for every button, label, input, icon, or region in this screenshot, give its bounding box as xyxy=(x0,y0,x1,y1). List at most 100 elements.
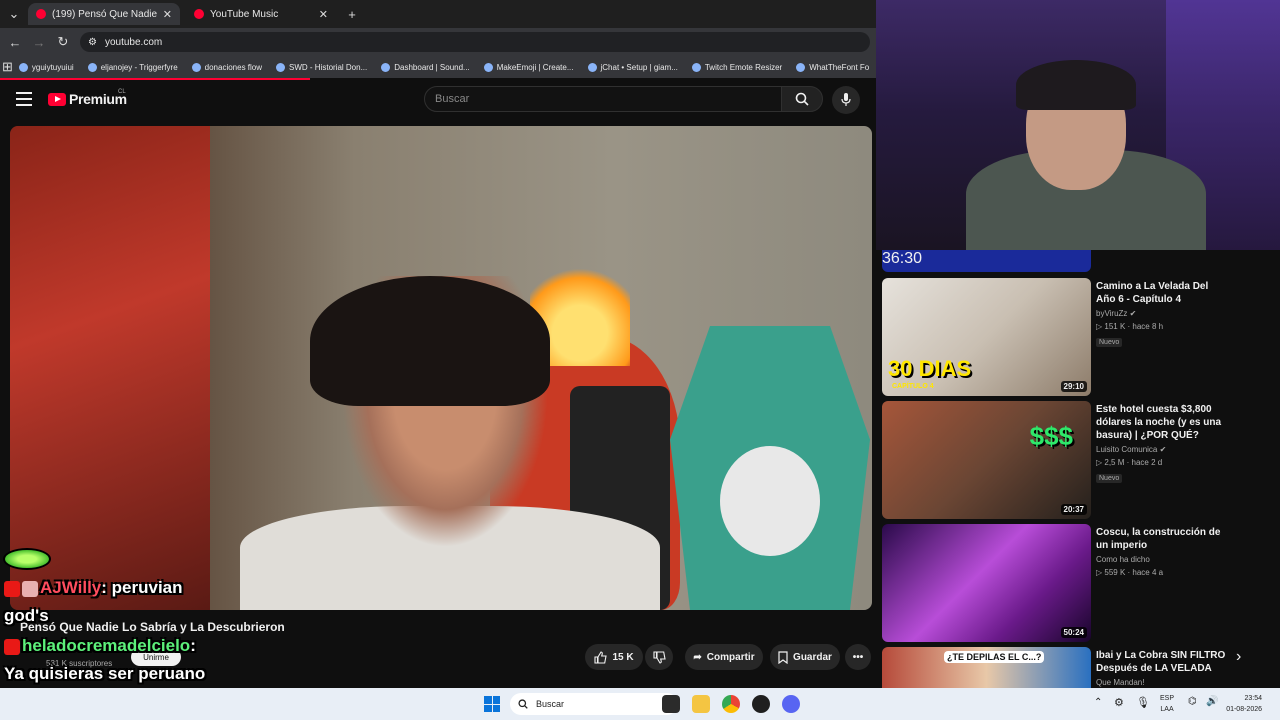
bookmark-item[interactable]: donaciones flow xyxy=(191,62,262,72)
more-actions-button[interactable]: ••• xyxy=(845,644,871,670)
thumbs-up-icon xyxy=(594,650,608,664)
youtube-premium-logo[interactable]: Premium CL xyxy=(48,89,127,107)
chat-badge-icon xyxy=(22,580,38,597)
new-tab-button[interactable]: + xyxy=(340,2,364,26)
bookmark-favicon-icon xyxy=(483,62,493,72)
tray-app-icon[interactable]: ⚙ xyxy=(1114,696,1124,709)
windows-start-icon[interactable] xyxy=(484,696,500,712)
search-icon xyxy=(518,699,528,709)
verified-check-icon: ✔ xyxy=(1129,309,1137,318)
bookmark-favicon-icon xyxy=(276,62,286,72)
browser-tab-strip: ⌄ (199) Pensó Que Nadie Lo Sabría ✕ YouT… xyxy=(0,0,876,28)
tab-title: (199) Pensó Que Nadie Lo Sabría xyxy=(52,8,157,20)
youtube-header: Premium CL Buscar xyxy=(0,80,876,124)
video-title: Pensó Que Nadie Lo Sabría y La Descubrie… xyxy=(20,620,285,634)
view-meta: ▷ 559 K · hace 4 a xyxy=(1096,568,1164,577)
recommendations-sidebar: 36:30 30 DIAS CAPÍTULO 4 29:10 Camino a … xyxy=(876,250,1280,688)
video-duration: 20:37 xyxy=(1060,504,1087,515)
video-thumbnail[interactable]: ¿TE DEPILAS EL C...? xyxy=(882,647,1091,688)
reload-icon[interactable]: ↻ xyxy=(51,30,75,54)
channel-name: Luisito Comunica ✔ xyxy=(1096,445,1167,454)
video-thumbnail[interactable]: 50:24 xyxy=(882,524,1091,642)
chat-emote-icon xyxy=(3,548,51,570)
tab-search-chevron-icon[interactable]: ⌄ xyxy=(2,2,26,26)
wall-poster xyxy=(10,126,210,610)
channel-name: Que Mandan! xyxy=(1096,678,1145,687)
bookmark-item[interactable]: MakeEmoji | Create... xyxy=(483,62,574,72)
video-title: Este hotel cuesta $3,800 dólares la noch… xyxy=(1096,404,1222,441)
hamburger-menu-icon[interactable] xyxy=(16,92,32,106)
tab-youtube-video[interactable]: (199) Pensó Que Nadie Lo Sabría ✕ xyxy=(28,3,180,25)
input-language[interactable]: ESP LAA xyxy=(1160,693,1174,715)
dislike-button[interactable] xyxy=(645,644,673,670)
chat-text: peruvian xyxy=(111,578,183,597)
video-thumbnail[interactable]: $$$ 20:37 xyxy=(882,401,1091,519)
chat-message: AJWilly: peruvian xyxy=(4,578,183,598)
video-title: Ibai y La Cobra SIN FILTRO Después de LA… xyxy=(1096,650,1226,674)
chat-username: heladocremadelcielo xyxy=(22,636,191,655)
video-thumbnail[interactable]: 36:30 xyxy=(882,250,1091,272)
back-arrow-icon[interactable]: ← xyxy=(3,30,27,54)
video-duration: 36:30 xyxy=(882,250,923,267)
url-omnibox[interactable]: ⚙ youtube.com xyxy=(80,32,870,52)
forward-arrow-icon[interactable]: → xyxy=(27,30,51,54)
chrome-icon[interactable] xyxy=(722,695,740,713)
clock-time: 23:54 xyxy=(1244,695,1262,702)
channel-name: Como ha dicho xyxy=(1096,555,1150,564)
video-duration: 50:24 xyxy=(1060,627,1087,638)
country-code: CL xyxy=(118,89,126,95)
video-title: Coscu, la construcción de un imperio xyxy=(1096,527,1221,551)
site-info-icon[interactable]: ⚙ xyxy=(88,37,97,48)
youtube-music-favicon-icon xyxy=(194,9,204,19)
bookmark-item[interactable]: Twitch Emote Resizer xyxy=(691,62,782,72)
view-meta: ▷ 2,5 M · hace 2 d xyxy=(1096,458,1163,467)
bookmark-item[interactable]: SWD - Historial Don... xyxy=(276,62,367,72)
chevron-right-icon[interactable]: › xyxy=(1236,648,1241,666)
discord-icon[interactable] xyxy=(782,695,800,713)
green-alien-figure xyxy=(670,326,870,610)
tab-youtube-music[interactable]: YouTube Music ✕ xyxy=(186,3,336,25)
task-view-icon[interactable] xyxy=(662,695,680,713)
view-meta: ▷ 151 K · hace 8 h xyxy=(1096,322,1164,331)
apps-grid-icon[interactable]: ⊞ xyxy=(2,56,13,78)
tray-chevron-up-icon[interactable]: ⌃ xyxy=(1094,697,1102,708)
url-text: youtube.com xyxy=(104,36,163,48)
network-icon[interactable]: ⌬ xyxy=(1188,696,1197,707)
file-explorer-icon[interactable] xyxy=(692,695,710,713)
taskbar-search-placeholder: Buscar xyxy=(536,699,565,709)
obs-icon[interactable] xyxy=(752,695,770,713)
voice-search-button[interactable] xyxy=(832,86,860,114)
save-button[interactable]: Guardar xyxy=(770,644,840,670)
person-hair xyxy=(310,276,550,406)
search-button[interactable] xyxy=(781,86,823,112)
bookmark-icon xyxy=(778,650,788,664)
bookmark-item[interactable]: WhatTheFont Fo xyxy=(796,62,869,72)
verified-check-icon: ✔ xyxy=(1159,445,1167,454)
recommendation-item[interactable]: ¿TE DEPILAS EL C...? Ibai y La Cobra SIN… xyxy=(882,647,1242,688)
taskbar-search-input[interactable]: Buscar xyxy=(510,693,678,715)
share-button[interactable]: ➦ Compartir xyxy=(685,644,763,670)
chat-badge-icon xyxy=(4,580,20,597)
video-player[interactable] xyxy=(10,126,872,610)
bookmark-favicon-icon xyxy=(796,62,806,72)
volume-icon[interactable]: 🔊 xyxy=(1206,696,1218,707)
system-clock[interactable]: 23:54 01-08-2026 xyxy=(1226,693,1262,715)
video-thumbnail[interactable]: 30 DIAS CAPÍTULO 4 29:10 xyxy=(882,278,1091,396)
microphone-icon[interactable]: 🎙 xyxy=(1136,696,1150,709)
close-tab-icon[interactable]: ✕ xyxy=(163,8,172,21)
bookmark-item[interactable]: Dashboard | Sound... xyxy=(381,62,470,72)
chat-message-continuation: god's xyxy=(4,606,49,625)
bookmark-item[interactable]: jChat • Setup | giam... xyxy=(587,62,678,72)
bookmark-item[interactable]: eljanojey - Triggerfyre xyxy=(87,62,178,72)
search-input[interactable]: Buscar xyxy=(424,86,782,112)
youtube-play-icon xyxy=(48,92,66,106)
more-dots-icon: ••• xyxy=(852,651,864,663)
close-tab-icon[interactable]: ✕ xyxy=(319,8,328,21)
like-button[interactable]: 15 K xyxy=(585,644,643,670)
save-label: Guardar xyxy=(793,651,832,663)
bookmark-favicon-icon xyxy=(691,62,701,72)
bookmark-item[interactable]: yguiytuyuiui xyxy=(18,62,74,72)
new-badge: Nuevo xyxy=(1096,338,1123,347)
thumbnail-text: 30 DIAS xyxy=(888,356,972,381)
like-count: 15 K xyxy=(612,651,634,663)
